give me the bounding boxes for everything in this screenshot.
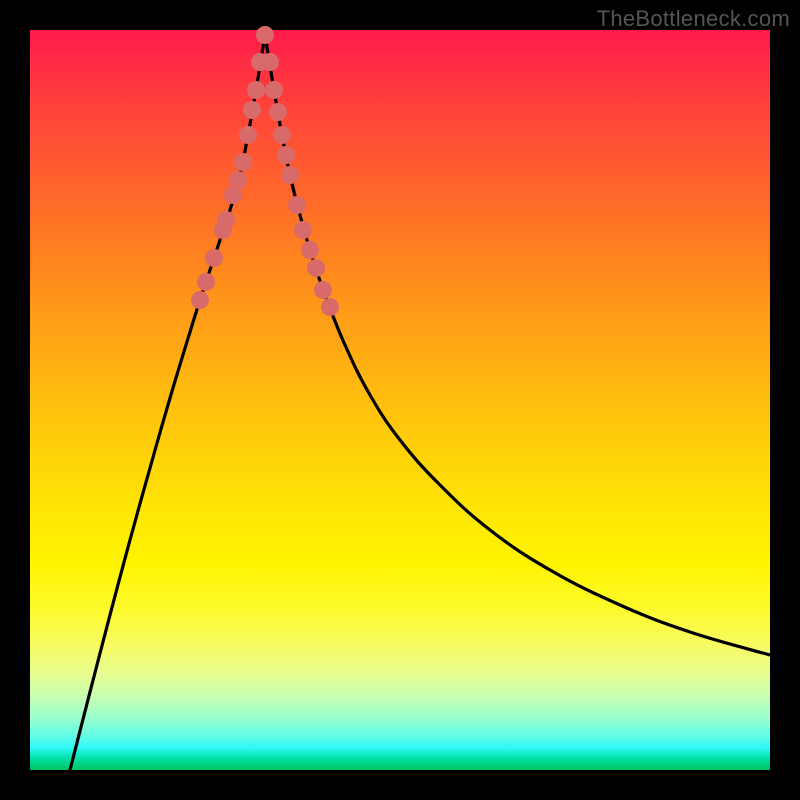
- data-marker: [301, 241, 319, 259]
- data-marker: [205, 249, 223, 267]
- data-marker: [281, 166, 299, 184]
- data-marker: [265, 81, 283, 99]
- watermark-text: TheBottleneck.com: [597, 6, 790, 32]
- data-marker: [229, 171, 247, 189]
- plot-gradient-background: [30, 30, 770, 770]
- data-marker: [273, 126, 291, 144]
- data-marker: [269, 103, 287, 121]
- data-marker: [261, 53, 279, 71]
- data-marker: [243, 101, 261, 119]
- data-marker: [247, 81, 265, 99]
- data-marker: [256, 26, 274, 44]
- data-marker: [288, 196, 306, 214]
- data-marker: [197, 273, 215, 291]
- data-marker: [321, 298, 339, 316]
- bottleneck-curve-chart: [30, 30, 770, 770]
- data-marker: [239, 126, 257, 144]
- curve-left-branch: [70, 35, 265, 770]
- data-marker: [307, 259, 325, 277]
- data-marker: [277, 146, 295, 164]
- data-marker: [191, 291, 209, 309]
- data-marker: [234, 153, 252, 171]
- data-marker: [217, 211, 235, 229]
- data-marker: [314, 281, 332, 299]
- curve-right-branch: [265, 35, 770, 655]
- data-marker: [294, 221, 312, 239]
